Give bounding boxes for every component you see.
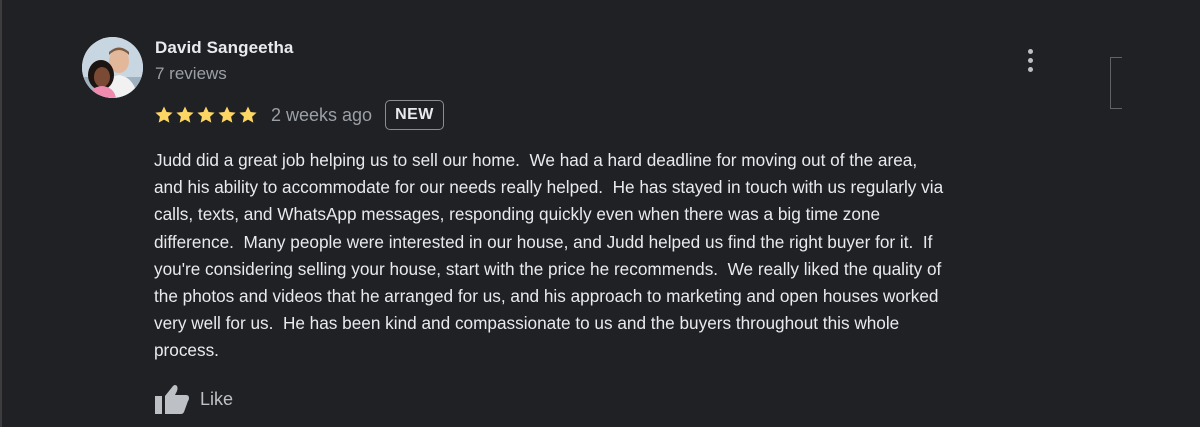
more-vert-icon-dot	[1027, 66, 1033, 72]
star-icon	[176, 106, 194, 123]
rating-row: 2 weeks ago NEW	[154, 100, 444, 130]
like-label: Like	[200, 388, 234, 409]
star-rating	[154, 105, 258, 125]
star-icon	[155, 106, 173, 123]
review-date: 2 weeks ago	[271, 104, 373, 125]
more-vert-icon-dot	[1027, 57, 1033, 63]
author-avatar[interactable]	[82, 37, 143, 98]
like-button[interactable]: Like	[154, 382, 233, 416]
more-vert-icon	[1027, 48, 1033, 54]
star-icon	[197, 106, 215, 123]
new-badge: NEW	[385, 100, 444, 130]
review-text: Judd did a great job helping us to sell …	[154, 150, 944, 361]
thumb-up-icon	[155, 385, 189, 414]
author-review-count[interactable]: 7 reviews	[155, 64, 227, 84]
more-options-button[interactable]	[1017, 44, 1043, 76]
star-icon	[218, 106, 236, 123]
author-name[interactable]: David Sangeetha	[155, 38, 294, 58]
panel-edge	[1110, 57, 1122, 109]
star-icon	[239, 106, 257, 123]
review-card: David Sangeetha 7 reviews 2 weeks ago NE…	[0, 0, 1200, 427]
avatar-photo-icon	[82, 37, 143, 98]
